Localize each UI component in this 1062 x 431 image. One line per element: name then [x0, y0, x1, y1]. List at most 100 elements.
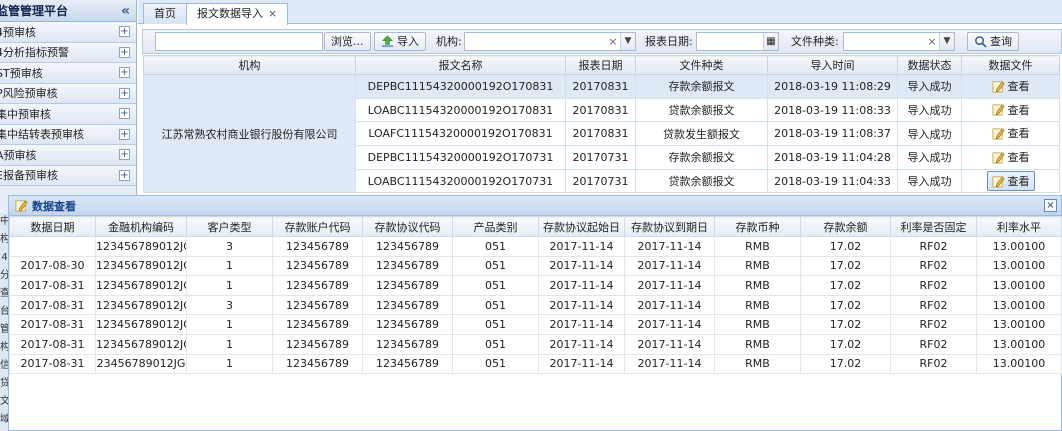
- column-header[interactable]: 金融机构编码: [95, 216, 187, 237]
- import-button[interactable]: 导入: [374, 32, 426, 51]
- chevron-down-icon[interactable]: ▼: [620, 33, 635, 50]
- column-header[interactable]: 数据状态: [897, 55, 962, 75]
- column-header[interactable]: 存款账户代码: [272, 216, 363, 237]
- expand-icon[interactable]: +: [119, 46, 130, 58]
- cell-data-date: 2017-08-31: [9, 333, 96, 355]
- expand-icon[interactable]: +: [119, 87, 130, 99]
- table-row[interactable]: 2017-08-31 123456789012JG 3 123456789 123456…: [9, 294, 1062, 316]
- column-header[interactable]: 利率水平: [976, 216, 1062, 237]
- sidebar-item[interactable]: 4预审核 +: [0, 22, 136, 43]
- report-date-input[interactable]: ▦: [696, 32, 779, 51]
- column-header[interactable]: 存款协议代码: [362, 216, 453, 237]
- tab-report-import[interactable]: 报文数据导入 ×: [186, 3, 289, 25]
- chevron-down-icon[interactable]: ▼: [939, 33, 954, 50]
- table-row[interactable]: 江苏常熟农村商业银行股份有限公司 DEPBC11154320000192O170…: [143, 73, 1060, 194]
- view-button[interactable]: 查看: [986, 171, 1035, 192]
- cell-report-name: LOABC11154320000192O170731: [355, 168, 566, 194]
- file-type-combo[interactable]: × ▼: [843, 32, 955, 51]
- clear-icon[interactable]: ×: [925, 33, 939, 50]
- column-header[interactable]: 报表日期: [565, 55, 636, 75]
- expand-icon[interactable]: +: [119, 108, 130, 120]
- column-header[interactable]: 文件种类: [635, 55, 768, 75]
- sidebar-item[interactable]: 4分析指标预警 +: [0, 42, 136, 63]
- clear-icon[interactable]: ×: [606, 33, 620, 50]
- sidebar-item[interactable]: ST预审核 +: [0, 63, 136, 84]
- column-header[interactable]: 存款余额: [800, 216, 891, 237]
- cell-report-name: DEPBC11154320000192O170831: [355, 74, 566, 99]
- column-header[interactable]: 存款币种: [714, 216, 801, 237]
- sidebar-item-label: 集中结转表预审核: [0, 128, 84, 142]
- cell-customer-type: 1: [186, 255, 273, 277]
- cell-data-date: 2017-08-31: [9, 353, 96, 375]
- sidebar-item[interactable]: 集中预审核 +: [0, 104, 136, 125]
- popup-header[interactable]: 数据查看 ×: [9, 196, 1061, 216]
- cell-currency: RMB: [714, 353, 801, 375]
- pencil-icon: [992, 104, 1005, 116]
- view-button[interactable]: 查看: [988, 148, 1034, 166]
- cell-report-name: LOABC11154320000192O170831: [355, 97, 566, 123]
- cell-institution-code: 123456789012JG: [95, 255, 187, 277]
- report-grid: 机构 报文名称 报表日期 文件种类 导入时间 数据状态 数据文件 江苏常熟农村商…: [143, 55, 1060, 194]
- cell-report-name: DEPBC11154320000192O170731: [355, 145, 566, 170]
- cell-balance: 17.02: [800, 333, 891, 355]
- column-header[interactable]: 存款协议到期日: [624, 216, 715, 237]
- collapse-icon[interactable]: «: [121, 3, 130, 19]
- report-date-value[interactable]: [697, 33, 763, 50]
- table-row[interactable]: 2017-08-30 123456789012JG 1 123456789 123456…: [9, 255, 1062, 277]
- expand-icon[interactable]: +: [119, 26, 130, 38]
- expand-icon[interactable]: +: [119, 169, 130, 181]
- cell-rate-fixed: RF02: [890, 236, 977, 257]
- close-icon[interactable]: ×: [1044, 199, 1057, 212]
- cell-account-code: 123456789: [272, 333, 363, 355]
- cell-end-date: 2017-11-14: [624, 294, 715, 316]
- org-value[interactable]: [465, 33, 606, 50]
- sidebar-item[interactable]: E报备预审核 +: [0, 165, 136, 186]
- tab-strip: 首页 报文数据导入 ×: [138, 0, 1062, 25]
- column-header[interactable]: 产品类别: [452, 216, 539, 237]
- sidebar-item[interactable]: 集中结转表预审核 +: [0, 124, 136, 145]
- cell-end-date: 2017-11-14: [624, 275, 715, 296]
- cell-end-date: 2017-11-14: [624, 255, 715, 277]
- cell-currency: RMB: [714, 333, 801, 355]
- cell-file-type: 贷款余额报文: [635, 97, 768, 123]
- column-header[interactable]: 存款协议起始日: [538, 216, 625, 237]
- cell-report-date: 20170731: [565, 168, 636, 194]
- column-header[interactable]: 利率是否固定: [890, 216, 977, 237]
- query-button[interactable]: 查询: [967, 32, 1019, 51]
- sidebar-title: 监管管理平台: [0, 4, 69, 18]
- calendar-icon[interactable]: ▦: [763, 33, 778, 50]
- column-header[interactable]: 客户类型: [186, 216, 273, 237]
- column-header[interactable]: 导入时间: [767, 55, 898, 75]
- table-row[interactable]: 2017-08-31 123456789012JG 1 123456789 123456…: [9, 333, 1062, 355]
- sidebar-item[interactable]: P风险预审核 +: [0, 83, 136, 104]
- cell-balance: 17.02: [800, 314, 891, 335]
- column-header[interactable]: 数据文件: [961, 55, 1060, 75]
- file-type-value[interactable]: [844, 33, 925, 50]
- table-row[interactable]: 2017-08-31 23456789012JG 1 123456789 1234567…: [9, 353, 1062, 375]
- tab-close-icon[interactable]: ×: [268, 7, 277, 20]
- table-row[interactable]: 2017-08-31 123456789012JG 1 123456789 123456…: [9, 275, 1062, 296]
- browse-button[interactable]: 浏览...: [324, 32, 371, 51]
- expand-icon[interactable]: +: [119, 67, 130, 79]
- column-header[interactable]: 机构: [143, 55, 356, 75]
- view-button[interactable]: 查看: [988, 77, 1034, 95]
- cell-status: 导入成功: [897, 121, 962, 147]
- sidebar-item[interactable]: A预审核 +: [0, 145, 136, 166]
- table-row[interactable]: 2017-08-31 123456789012JG 1 123456789 123456…: [9, 314, 1062, 335]
- tab-home[interactable]: 首页: [143, 3, 187, 24]
- view-button[interactable]: 查看: [988, 101, 1034, 119]
- view-button[interactable]: 查看: [988, 124, 1034, 142]
- cell-start-date: 2017-11-14: [538, 236, 625, 257]
- table-row[interactable]: 123456789012JG 3 123456789 123456789 051 2017…: [9, 236, 1062, 257]
- org-combo[interactable]: × ▼: [464, 32, 636, 51]
- column-header[interactable]: 数据日期: [9, 216, 96, 237]
- cell-institution-code: 123456789012JG: [95, 236, 187, 257]
- expand-icon[interactable]: +: [119, 128, 130, 140]
- expand-icon[interactable]: +: [119, 149, 130, 161]
- file-path-input[interactable]: [155, 32, 323, 51]
- sidebar-item-label: 4分析指标预警: [0, 46, 69, 60]
- cell-institution-code: 123456789012JG: [95, 275, 187, 296]
- cell-data-file: 查看: [961, 97, 1060, 123]
- cell-report-date: 20170731: [565, 145, 636, 170]
- column-header[interactable]: 报文名称: [355, 55, 566, 75]
